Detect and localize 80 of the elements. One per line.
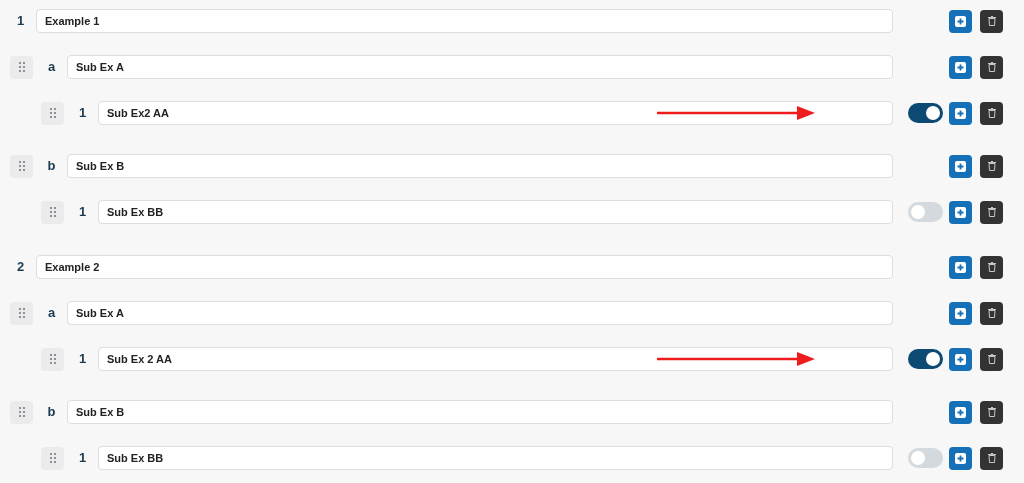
grip-icon	[18, 308, 25, 318]
item-label: 1	[15, 12, 26, 31]
item-label: 2	[15, 258, 26, 277]
grip-icon	[18, 407, 25, 417]
item-label: a	[46, 304, 57, 323]
toggle-switch[interactable]	[908, 349, 943, 369]
plus-icon	[955, 107, 966, 119]
drag-handle[interactable]	[10, 301, 33, 325]
trash-icon	[987, 62, 996, 72]
plus-icon	[955, 61, 966, 73]
delete-button[interactable]	[980, 347, 1003, 371]
trash-icon	[987, 16, 996, 26]
delete-button[interactable]	[980, 101, 1003, 125]
add-button[interactable]	[949, 55, 972, 79]
grip-icon	[49, 453, 56, 463]
add-button[interactable]	[949, 301, 972, 325]
text-field[interactable]: Sub Ex BB	[98, 446, 893, 470]
grip-icon	[49, 207, 56, 217]
text-field[interactable]: Example 1	[36, 9, 893, 33]
add-button[interactable]	[949, 446, 972, 470]
grip-icon	[18, 62, 25, 72]
delete-button[interactable]	[980, 255, 1003, 279]
trash-icon	[987, 453, 996, 463]
trash-icon	[987, 108, 996, 118]
item-label: 1	[77, 449, 88, 468]
item-label: 1	[77, 203, 88, 222]
add-button[interactable]	[949, 9, 972, 33]
add-button[interactable]	[949, 101, 972, 125]
text-field[interactable]: Sub Ex B	[67, 400, 893, 424]
text-field[interactable]: Example 2	[36, 255, 893, 279]
drag-handle[interactable]	[41, 446, 64, 470]
grip-icon	[49, 108, 56, 118]
drag-handle[interactable]	[41, 200, 64, 224]
text-field[interactable]: Sub Ex BB	[98, 200, 893, 224]
add-button[interactable]	[949, 347, 972, 371]
plus-icon	[955, 353, 966, 365]
text-field[interactable]: Sub Ex A	[67, 55, 893, 79]
trash-icon	[987, 308, 996, 318]
item-label: 1	[77, 350, 88, 369]
text-field[interactable]: Sub Ex2 AA	[98, 101, 893, 125]
item-label: a	[46, 58, 57, 77]
plus-icon	[955, 452, 966, 464]
grip-icon	[49, 354, 56, 364]
plus-icon	[955, 307, 966, 319]
item-label: b	[46, 157, 57, 176]
drag-handle[interactable]	[10, 55, 33, 79]
delete-button[interactable]	[980, 200, 1003, 224]
item-label: b	[46, 403, 57, 422]
delete-button[interactable]	[980, 301, 1003, 325]
plus-icon	[955, 15, 966, 27]
plus-icon	[955, 261, 966, 273]
trash-icon	[987, 407, 996, 417]
trash-icon	[987, 354, 996, 364]
delete-button[interactable]	[980, 9, 1003, 33]
trash-icon	[987, 161, 996, 171]
text-field[interactable]: Sub Ex 2 AA	[98, 347, 893, 371]
delete-button[interactable]	[980, 446, 1003, 470]
toggle-switch[interactable]	[908, 103, 943, 123]
delete-button[interactable]	[980, 400, 1003, 424]
drag-handle[interactable]	[41, 101, 64, 125]
drag-handle[interactable]	[10, 400, 33, 424]
plus-icon	[955, 206, 966, 218]
add-button[interactable]	[949, 400, 972, 424]
grip-icon	[18, 161, 25, 171]
add-button[interactable]	[949, 200, 972, 224]
plus-icon	[955, 160, 966, 172]
drag-handle[interactable]	[41, 347, 64, 371]
text-field[interactable]: Sub Ex A	[67, 301, 893, 325]
add-button[interactable]	[949, 255, 972, 279]
toggle-switch[interactable]	[908, 202, 943, 222]
add-button[interactable]	[949, 154, 972, 178]
item-label: 1	[77, 104, 88, 123]
text-field[interactable]: Sub Ex B	[67, 154, 893, 178]
trash-icon	[987, 262, 996, 272]
trash-icon	[987, 207, 996, 217]
toggle-switch[interactable]	[908, 448, 943, 468]
delete-button[interactable]	[980, 55, 1003, 79]
plus-icon	[955, 406, 966, 418]
drag-handle[interactable]	[10, 154, 33, 178]
delete-button[interactable]	[980, 154, 1003, 178]
